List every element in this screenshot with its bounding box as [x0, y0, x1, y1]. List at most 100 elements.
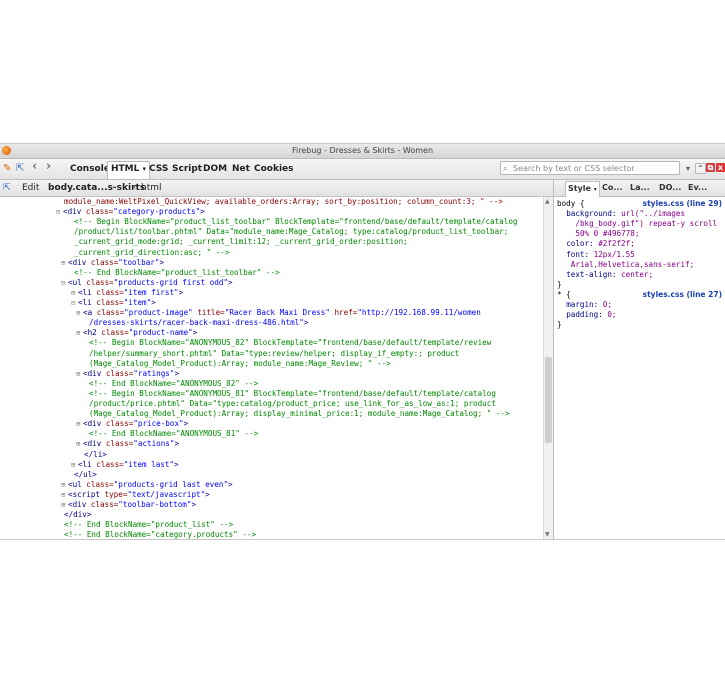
css-rule-line[interactable]: text-align: center; [566, 270, 653, 280]
breadcrumb-item-body[interactable]: body.cata...s-skirts [48, 182, 145, 194]
expand-toggle-icon[interactable]: ⊞ [76, 369, 83, 379]
expand-toggle-icon[interactable]: ⊞ [76, 439, 83, 449]
tree-line[interactable]: /product/price.phtml" Data="type:catalog… [89, 399, 496, 409]
tab-events[interactable]: Ev... [688, 181, 707, 195]
css-rule-line[interactable]: /bkg_body.gif") repeat-y scroll [575, 219, 717, 229]
code-token: <div [68, 257, 91, 267]
expand-toggle-icon[interactable]: ⊞ [76, 419, 83, 429]
scroll-up-icon[interactable]: ▲ [545, 198, 550, 205]
css-rule-line[interactable]: color: #2f2f2f; [566, 239, 635, 249]
expand-toggle-icon[interactable]: ⊞ [61, 480, 68, 490]
html-tree-panel[interactable]: module_name:WeltPixel_QuickView; availab… [0, 197, 545, 539]
tab-style[interactable]: Style ▾ [565, 181, 600, 197]
firebug-menu-icon[interactable]: ✎ [3, 162, 11, 176]
tab-computed[interactable]: Co... [602, 181, 622, 195]
tab-dom[interactable]: DOM [200, 162, 230, 176]
css-source-link[interactable]: styles.css (line 29) [643, 199, 722, 208]
css-rule-line[interactable]: } [557, 280, 562, 290]
tree-line[interactable]: (Mage_Catalog_Model_Product):Array; modu… [89, 359, 391, 369]
css-rule-line[interactable]: 50% 0 #496778; [575, 229, 639, 239]
css-token: 50% 0 #496778; [575, 229, 640, 239]
tree-node[interactable]: ⊞ <li class="item last"> [71, 460, 179, 470]
tree-line[interactable]: <!-- Begin BlockName="ANONYMOUS_81" Bloc… [89, 389, 496, 399]
tab-html[interactable]: HTML ▾ [107, 161, 151, 179]
html-panel-scrollbar[interactable]: ▲ ▼ [543, 197, 553, 539]
expand-toggle-icon[interactable]: ⊞ [76, 308, 83, 318]
close-icon[interactable]: x [716, 163, 725, 172]
tree-node[interactable]: ⊟ <div class="category-products"> [56, 207, 205, 217]
tree-line[interactable]: <!-- End BlockName="ANONYMOUS_82" --> [89, 379, 258, 389]
code-token: class= [90, 257, 119, 267]
expand-toggle-icon[interactable]: ⊞ [61, 500, 68, 510]
css-token: 0; [602, 300, 612, 309]
search-options-chevron-icon[interactable]: ▾ [686, 162, 690, 176]
code-token: <h2 [83, 328, 102, 338]
expand-toggle-icon[interactable]: ⊞ [71, 288, 78, 298]
tree-line[interactable]: /helper/summary_short.phtml" Data="type:… [89, 349, 459, 359]
tree-node[interactable]: ⊞ <div class="ratings"> [76, 369, 179, 379]
tree-line[interactable]: _current_grid_direction:asc; " --> [74, 248, 229, 258]
tab-layout[interactable]: La... [630, 181, 650, 195]
tree-line[interactable]: (Mage_Catalog_Model_Product):Array; disp… [89, 409, 510, 419]
tree-node[interactable]: ⊞ <div class="price-box"> [76, 419, 188, 429]
tree-node[interactable]: ⊟ <ul class="products-grid first odd"> [61, 278, 233, 288]
edit-button[interactable]: Edit [22, 182, 39, 194]
code-token: type= [104, 489, 128, 499]
expand-toggle-icon[interactable]: ⊞ [61, 490, 68, 500]
tree-node[interactable]: ⊞ <a class="product-image" title="Racer B… [76, 308, 481, 318]
tree-line[interactable]: <!-- End BlockName="product_list_toolbar… [74, 268, 280, 278]
tree-line[interactable]: <!-- Begin BlockName="ANONYMOUS_82" Bloc… [89, 338, 491, 348]
inspect-element-icon[interactable]: ⇱ [3, 182, 11, 194]
tab-dom-side[interactable]: DO... [659, 181, 681, 195]
tree-line[interactable]: </li> [84, 450, 107, 460]
css-source-link[interactable]: styles.css (line 27) [643, 290, 722, 299]
tree-line[interactable]: _current_grid_mode:grid; _current_limit:… [74, 237, 408, 247]
tree-node[interactable]: ⊞ <ul class="products-grid last even"> [61, 480, 233, 490]
minimize-icon[interactable]: ⌃ [695, 163, 706, 174]
tree-line[interactable]: module_name:WeltPixel_QuickView; availab… [64, 197, 503, 207]
tree-node[interactable]: ⊞ <li class="item first"> [71, 288, 183, 298]
expand-toggle-icon[interactable]: ⊞ [71, 460, 78, 470]
css-rule-line[interactable]: padding: 0; [566, 310, 616, 320]
tree-line[interactable]: <!-- End BlockName="product_list" --> [64, 520, 233, 530]
tree-node[interactable]: ⊟ <li class="item"> [71, 298, 156, 308]
collapse-toggle-icon[interactable]: ⊟ [71, 298, 78, 308]
scroll-down-icon[interactable]: ▼ [545, 531, 550, 538]
tab-net[interactable]: Net [229, 162, 253, 176]
css-rule-line[interactable]: Arial,Helvetica,sans-serif; [571, 260, 694, 270]
tree-line[interactable]: <!-- End BlockName="category.products" -… [64, 530, 256, 539]
inspect-icon[interactable]: ⇱ [16, 162, 24, 176]
back-icon[interactable]: ‹ [32, 160, 37, 174]
collapse-toggle-icon[interactable]: ⊟ [56, 207, 63, 217]
css-rule-line[interactable]: * { [557, 290, 571, 300]
expand-toggle-icon[interactable]: ⊞ [76, 328, 83, 338]
tree-line[interactable]: <!-- Begin BlockName="product_list_toolb… [74, 217, 517, 227]
css-rule-line[interactable]: font: 12px/1.55 [566, 250, 635, 260]
tree-line[interactable]: </ul> [74, 470, 97, 480]
tree-node[interactable]: ⊞ <h2 class="product-name"> [76, 328, 197, 338]
css-rule-line[interactable]: } [557, 320, 562, 330]
tree-node[interactable]: ⊞ <script type="text/javascript"> [61, 490, 210, 500]
scrollbar-thumb[interactable] [545, 357, 552, 443]
chevron-down-icon[interactable]: ▾ [594, 186, 597, 193]
tree-node[interactable]: ⊞ <div class="toolbar"> [61, 258, 164, 268]
tab-css[interactable]: CSS [146, 162, 171, 176]
tree-line[interactable]: <!-- End BlockName="ANONYMOUS_81" --> [89, 429, 258, 439]
detach-icon[interactable]: ⧉ [706, 163, 715, 172]
tab-cookies[interactable]: Cookies [251, 162, 297, 176]
tree-line[interactable]: /dresses-skirts/racer-back-maxi-dress-48… [89, 318, 308, 328]
breadcrumb-item-html[interactable]: html [141, 182, 162, 194]
collapse-toggle-icon[interactable]: ⊟ [61, 278, 68, 288]
tree-line[interactable]: /product/list/toolbar.phtml" Data="modul… [74, 227, 508, 237]
tree-node[interactable]: ⊞ <div class="toolbar-bottom"> [61, 500, 196, 510]
tree-line[interactable]: </div> [64, 510, 91, 520]
css-rule-line[interactable]: background: url("../images [566, 209, 685, 219]
search-input[interactable]: ⌕ Search by text or CSS selector [500, 161, 680, 175]
style-panel[interactable]: body {background: url("../images/bkg_bod… [556, 197, 725, 539]
expand-toggle-icon[interactable]: ⊞ [61, 258, 68, 268]
forward-icon[interactable]: › [46, 160, 51, 174]
css-rule-line[interactable]: margin: 0; [566, 300, 612, 310]
css-rule-line[interactable]: body { [557, 199, 584, 209]
panel-divider[interactable] [553, 180, 554, 539]
tree-node[interactable]: ⊞ <div class="actions"> [76, 439, 179, 449]
